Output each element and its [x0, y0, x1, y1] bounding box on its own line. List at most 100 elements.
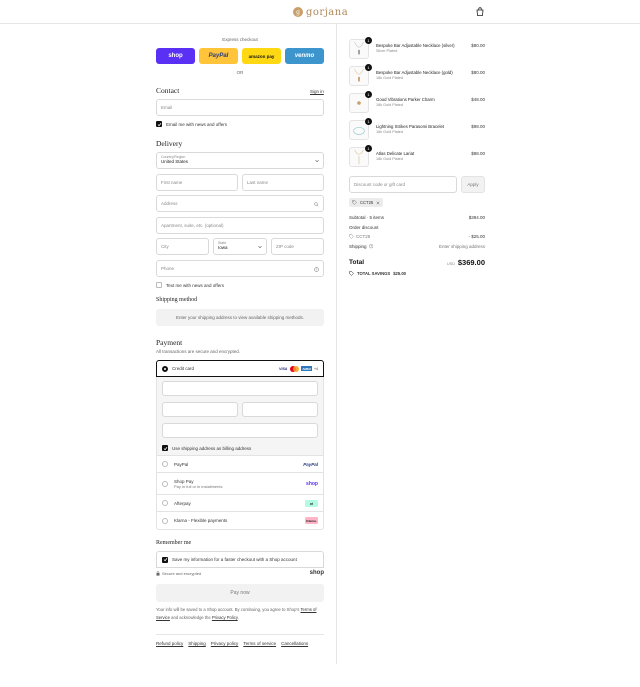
state-select[interactable]: State Iowa — [213, 238, 267, 255]
item-price: $80.00 — [471, 70, 485, 75]
save-info-checkbox[interactable] — [162, 556, 168, 563]
logo-mark: g — [293, 7, 303, 17]
discount-code-field[interactable]: Discount code or gift card — [349, 176, 457, 193]
savings-label: TOTAL SAVINGS — [357, 271, 391, 276]
apply-button[interactable]: Apply — [461, 176, 485, 193]
tag-icon — [349, 234, 354, 239]
item-name: Bespoke Bar Adjustable Necklace (gold) — [376, 70, 453, 75]
shop-pay-option[interactable]: Shop Pay Pay in full or in installments … — [156, 473, 324, 495]
discount-tag-code: CCT25 — [360, 200, 374, 205]
item-name: Atlas Delicate Lariat — [376, 151, 415, 156]
cancellations-link[interactable]: Cancellations — [281, 641, 308, 646]
quantity-badge: 1 — [365, 145, 372, 152]
footer-divider — [156, 634, 324, 635]
close-icon[interactable] — [376, 201, 380, 205]
shop-pay-sub: Pay in full or in installments — [174, 483, 223, 489]
brand-logo[interactable]: g gorjana — [293, 6, 348, 18]
shop-pay-button[interactable]: shop — [156, 48, 195, 64]
first-name-field[interactable]: First name — [156, 174, 238, 191]
text-me-option[interactable]: Text me with news and offers — [156, 282, 224, 288]
email-field[interactable]: Email — [156, 99, 324, 116]
pay-now-button[interactable]: Pay now — [156, 584, 324, 602]
secure-label: Secure and encrypted — [162, 570, 202, 576]
tag-icon — [349, 271, 354, 276]
afterpay-radio[interactable] — [162, 500, 168, 506]
legal-text: Your info will be saved to a Shop accoun… — [156, 606, 326, 621]
privacy-link[interactable]: Privacy Policy — [212, 615, 238, 620]
paypal-logo: PayPal — [303, 461, 318, 467]
shipping-link[interactable]: Shipping — [188, 641, 206, 646]
item-name: Bespoke Bar Adjustable Necklace (silver) — [376, 43, 455, 48]
venmo-button[interactable]: venmo — [285, 48, 324, 64]
address-placeholder: Address — [161, 201, 178, 206]
cart-item: 1 Good Vibrations Parker Charm 18k Gold … — [349, 91, 485, 115]
shipping-label: Shipping — [349, 244, 367, 249]
quantity-badge: 1 — [365, 37, 372, 44]
afterpay-logo: ⇄ — [305, 499, 318, 507]
country-value: United States — [161, 159, 189, 164]
address-field[interactable]: Address — [156, 195, 324, 212]
paypal-label: PayPal — [174, 461, 189, 467]
credit-card-radio[interactable] — [162, 365, 168, 372]
city-field[interactable]: City — [156, 238, 209, 255]
text-me-checkbox[interactable] — [156, 282, 162, 288]
terms-of-service-link[interactable]: Terms of service — [243, 641, 276, 646]
last-name-field[interactable]: Last name — [242, 174, 324, 191]
discount-amount: - $25.00 — [468, 234, 485, 239]
item-name: Lightning Strikes Parasomi Bracelet — [376, 124, 445, 129]
state-value: Iowa — [218, 245, 228, 250]
help-icon[interactable]: ? — [314, 267, 319, 272]
credit-card-label: Credit card — [172, 366, 195, 371]
shop-pay-radio[interactable] — [162, 480, 168, 487]
save-info-option[interactable]: Save my information for a faster checkou… — [156, 551, 324, 568]
subtotal-label: Subtotal · 5 items — [349, 215, 385, 220]
express-checkout-label: Express checkout — [222, 37, 258, 42]
apartment-field[interactable]: Apartment, suite, etc. (optional) — [156, 217, 324, 234]
zip-field[interactable]: ZIP code — [271, 238, 324, 255]
billing-same-option[interactable]: Use shipping address as billing address — [162, 445, 251, 451]
item-variant: 18k Gold Plated — [376, 76, 404, 80]
brand-name: gorjana — [306, 6, 349, 18]
refund-policy-link[interactable]: Refund policy — [156, 641, 183, 646]
item-price: $48.00 — [471, 97, 485, 102]
afterpay-label: Afterpay — [174, 500, 191, 506]
phone-placeholder: Phone — [161, 266, 175, 271]
shipping-method-notice: Enter your shipping address to view avai… — [156, 309, 324, 326]
country-select[interactable]: Country/Region United States — [156, 152, 324, 169]
payment-subtitle: All transactions are secure and encrypte… — [156, 349, 241, 354]
security-code-field[interactable] — [242, 402, 318, 417]
paypal-radio[interactable] — [162, 461, 168, 467]
klarna-radio[interactable] — [162, 517, 168, 524]
privacy-policy-link[interactable]: Privacy policy — [211, 641, 239, 646]
discount-code-row: CCT25 — [349, 234, 370, 239]
newsletter-checkbox[interactable] — [156, 121, 162, 127]
shopping-bag-icon[interactable] — [476, 7, 484, 16]
quantity-badge: 1 — [365, 91, 372, 98]
save-info-label: Save my information for a faster checkou… — [172, 557, 297, 562]
billing-same-checkbox[interactable] — [162, 445, 168, 451]
card-number-field[interactable] — [162, 381, 318, 396]
billing-same-label: Use shipping address as billing address — [172, 445, 252, 451]
afterpay-option[interactable]: Afterpay ⇄ — [156, 495, 324, 512]
credit-card-option[interactable]: Credit card VISA AMEX +4 — [156, 360, 324, 377]
amex-badge: AMEX — [301, 366, 312, 371]
legal-text-3: . — [237, 614, 239, 620]
item-variant: 18k Gold Plated — [376, 103, 404, 107]
phone-field[interactable]: Phone ? — [156, 260, 324, 277]
paypal-option[interactable]: PayPal PayPal — [156, 456, 324, 473]
shop-pay-logo: shop — [306, 480, 318, 487]
secure-row: Secure and encrypted shop — [156, 570, 324, 576]
name-on-card-field[interactable] — [162, 423, 318, 438]
item-price: $88.00 — [471, 151, 485, 156]
subtotal-value: $394.00 — [468, 215, 485, 220]
lock-icon — [156, 570, 160, 576]
newsletter-option[interactable]: Email me with news and offers — [156, 121, 227, 127]
paypal-button[interactable]: PayPal — [199, 48, 238, 64]
expiration-field[interactable] — [162, 402, 238, 417]
amazon-pay-button[interactable]: amazon pay — [242, 48, 281, 64]
help-icon[interactable]: ? — [368, 244, 374, 249]
search-icon — [314, 202, 319, 207]
newsletter-label: Email me with news and offers — [166, 121, 227, 127]
sign-in-link[interactable]: Sign in — [310, 89, 324, 94]
klarna-option[interactable]: Klarna - Flexible payments Klarna. — [156, 512, 324, 530]
